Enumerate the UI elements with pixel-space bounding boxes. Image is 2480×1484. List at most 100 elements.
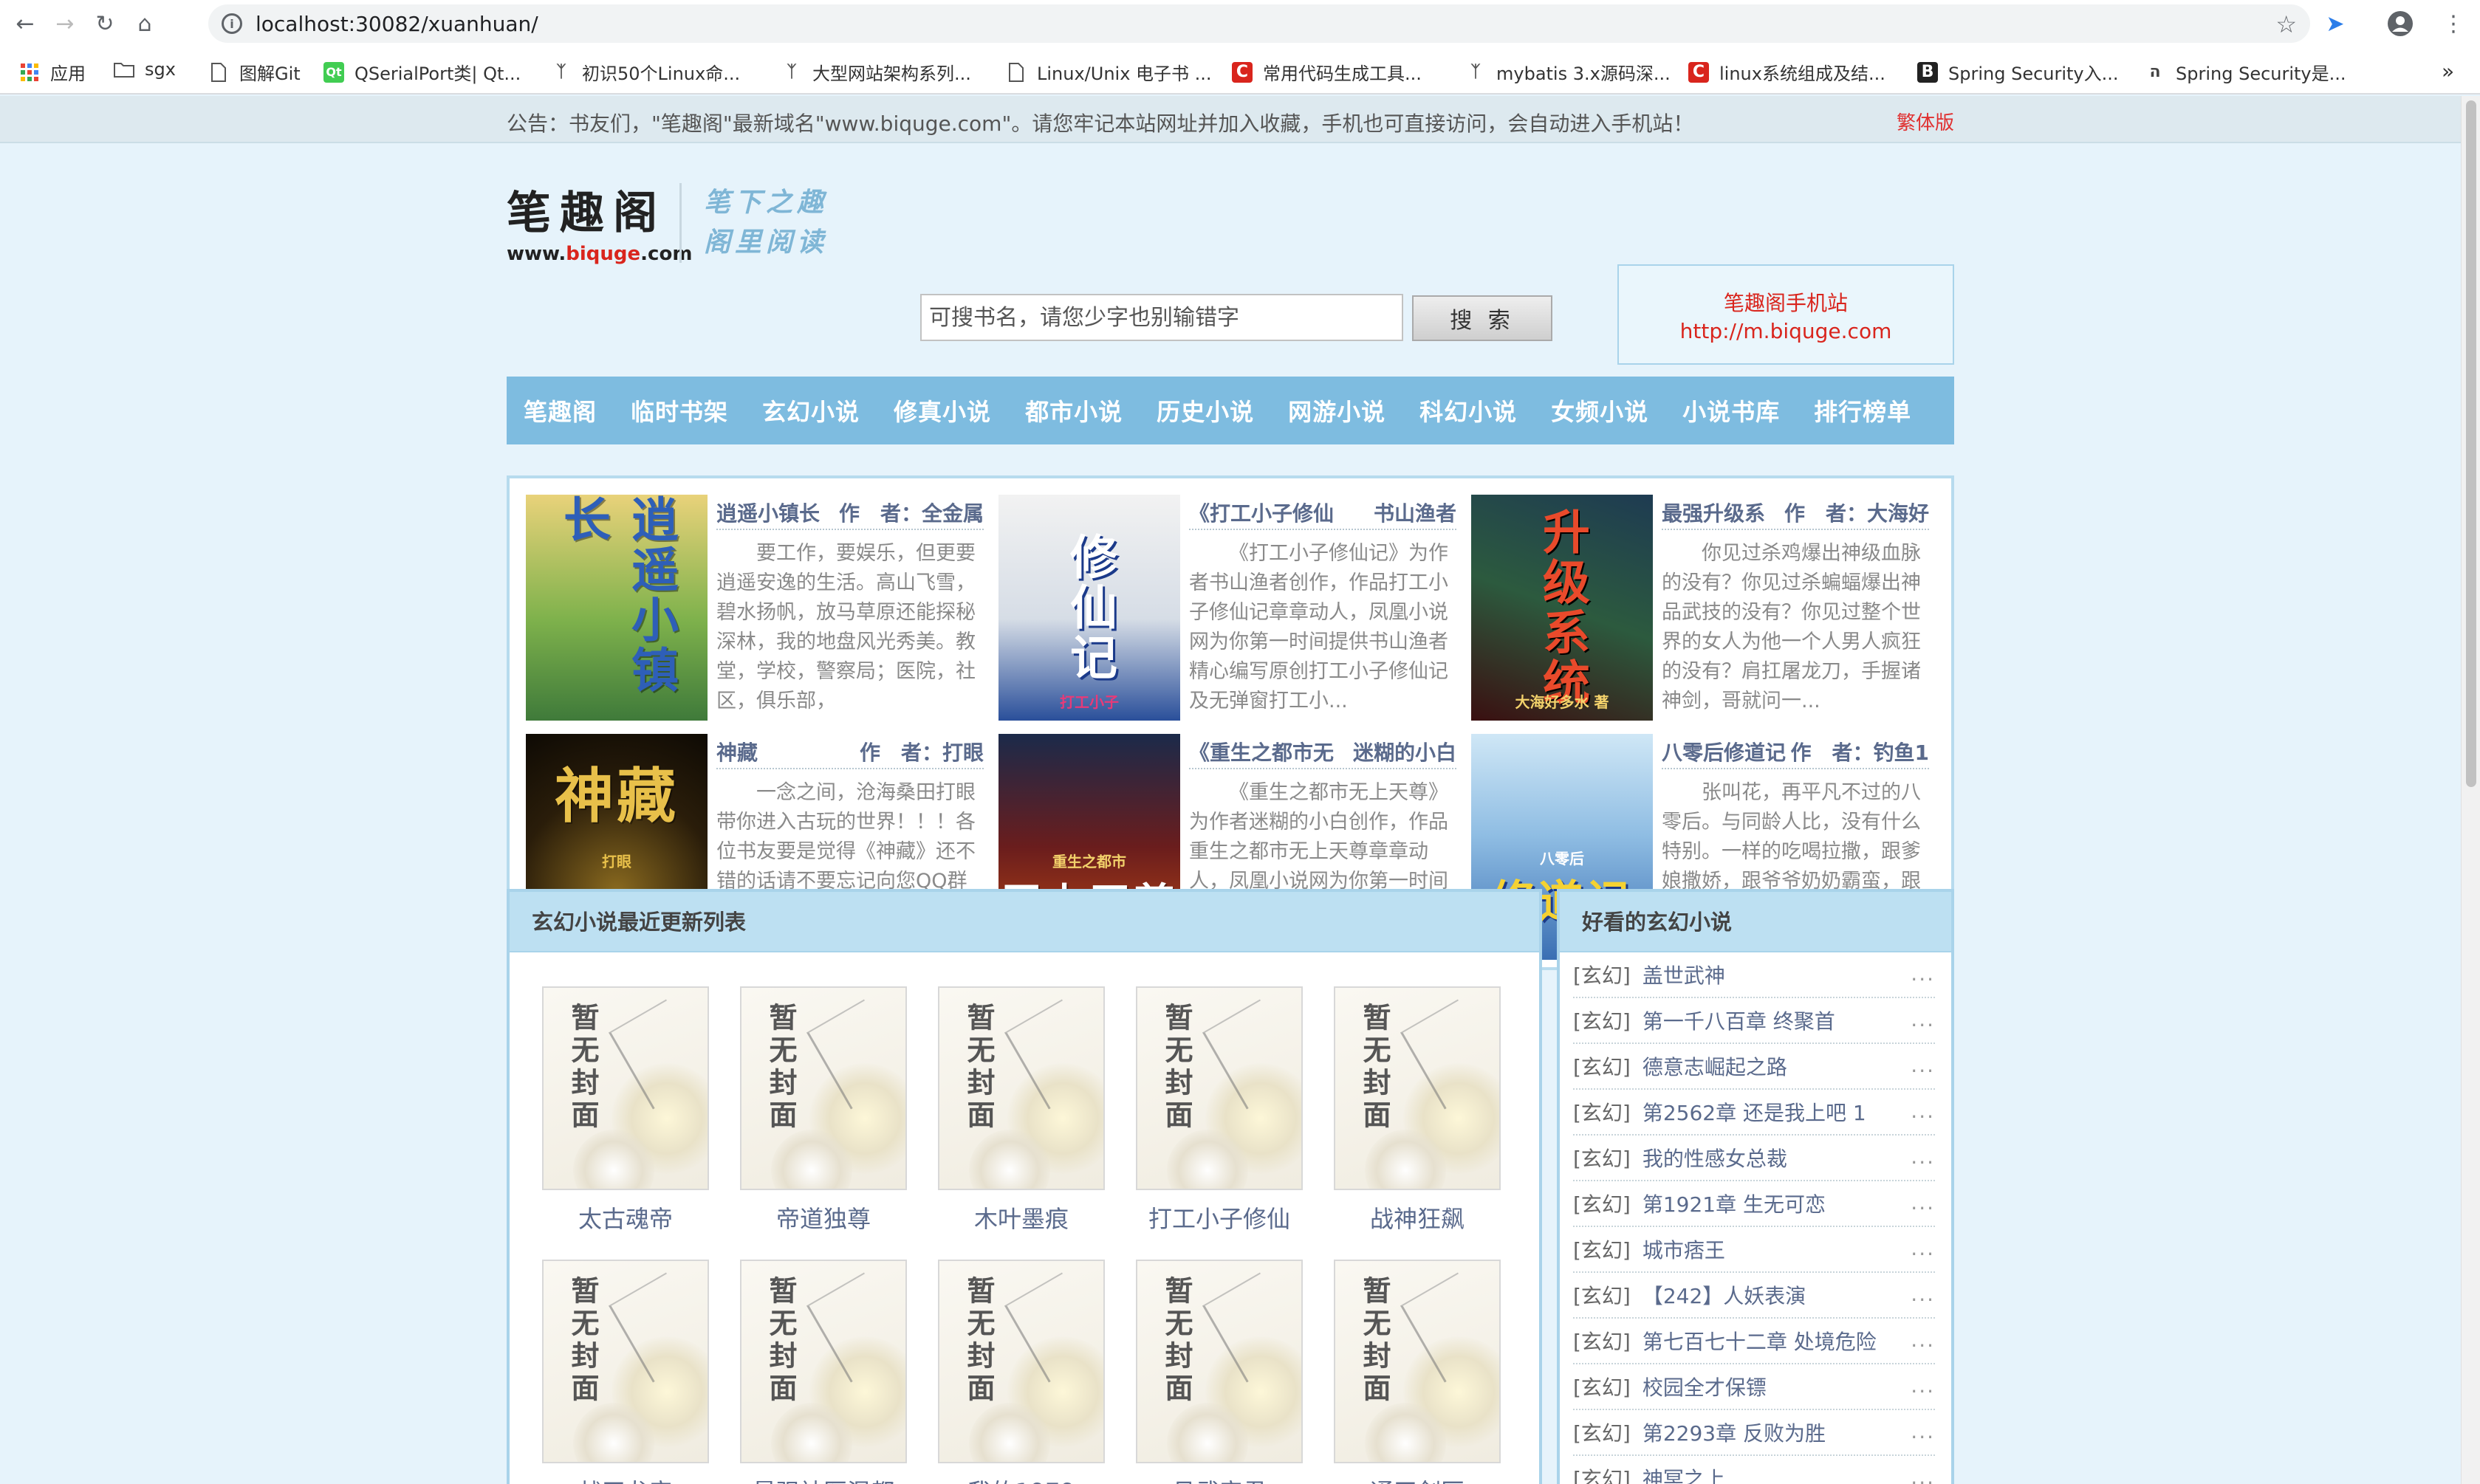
- nav-item[interactable]: 都市小说: [1008, 394, 1140, 427]
- list-item[interactable]: [玄幻] 城市痞王...: [1573, 1227, 1935, 1273]
- bookmark-label: Linux/Unix 电子书 ...: [1037, 63, 1212, 84]
- book-name[interactable]: 最强神医混都: [740, 1474, 907, 1484]
- no-cover-image: 暂无封面: [938, 1260, 1105, 1463]
- list-item[interactable]: [玄幻] 【242】人妖表演...: [1573, 1273, 1935, 1319]
- nav-item[interactable]: 历史小说: [1140, 394, 1271, 427]
- bookmark-item[interactable]: ᛉ 初识50个Linux命...: [551, 59, 740, 85]
- address-bar[interactable]: i localhost:30082/xuanhuan/ ☆: [208, 4, 2310, 43]
- page-scrollbar[interactable]: [2461, 96, 2480, 1484]
- book-tile[interactable]: 暂无封面 帝道独尊: [740, 986, 907, 1234]
- book-tile[interactable]: 暂无封面 通天剑匣: [1334, 1260, 1501, 1484]
- novel-link[interactable]: 神冥之上: [1643, 1463, 1725, 1484]
- book-name[interactable]: 太古魂帝: [542, 1200, 709, 1234]
- bookmark-item[interactable]: sgx: [114, 59, 176, 80]
- nav-item[interactable]: 玄幻小说: [745, 394, 877, 427]
- traditional-link[interactable]: 繁体版: [1897, 108, 1954, 135]
- nav-item[interactable]: 排行榜单: [1797, 394, 1928, 427]
- book-tile[interactable]: 暂无封面 打工小子修仙: [1136, 986, 1303, 1234]
- reload-icon[interactable]: ↻: [90, 9, 120, 38]
- list-item[interactable]: [玄幻] 第2562章 还是我上吧 1...: [1573, 1090, 1935, 1136]
- bookmark-item[interactable]: Qt QSerialPort类| Qt...: [323, 59, 521, 85]
- nav-item[interactable]: 科幻小说: [1402, 394, 1534, 427]
- bookmark-item[interactable]: Linux/Unix 电子书 ...: [1006, 59, 1212, 85]
- list-item[interactable]: [玄幻] 第一千八百章 终聚首...: [1573, 998, 1935, 1044]
- bookmark-label: Spring Security是...: [2176, 63, 2346, 84]
- list-item[interactable]: [玄幻] 神冥之上...: [1573, 1456, 1935, 1484]
- book-tile[interactable]: 暂无封面 战神狂飙: [1334, 986, 1501, 1234]
- novel-link[interactable]: 德意志崛起之路: [1643, 1051, 1787, 1081]
- nav-item[interactable]: 小说书库: [1665, 394, 1797, 427]
- url-text[interactable]: localhost:30082/xuanhuan/: [256, 12, 538, 36]
- book-title[interactable]: 神藏: [716, 737, 758, 766]
- bird-extension-icon[interactable]: ➤: [2319, 7, 2351, 40]
- mobile-site-box[interactable]: 笔趣阁手机站 http://m.biquge.com: [1617, 264, 1954, 365]
- book-name[interactable]: 战神狂飙: [1334, 1200, 1501, 1234]
- novel-link[interactable]: 第七百七十二章 处境危险: [1643, 1326, 1877, 1356]
- list-item[interactable]: [玄幻] 德意志崛起之路...: [1573, 1044, 1935, 1090]
- featured-book: 逍遥小镇长 逍遥小镇长 作 者：全金属 要工作，要娱乐，但更要逍遥安逸的生活。高…: [526, 495, 984, 725]
- bookmark-item[interactable]: C 常用代码生成工具...: [1232, 59, 1422, 85]
- search-input[interactable]: [920, 294, 1403, 341]
- novel-link[interactable]: 第2293章 反败为胜: [1643, 1418, 1826, 1447]
- forward-arrow-icon[interactable]: →: [50, 9, 80, 38]
- book-title[interactable]: 《打工小子修仙: [1189, 498, 1334, 527]
- novel-link[interactable]: 城市痞王: [1643, 1234, 1725, 1264]
- list-item[interactable]: [玄幻] 第七百七十二章 处境危险...: [1573, 1319, 1935, 1364]
- bookmark-item[interactable]: 应用: [19, 59, 86, 85]
- book-tile[interactable]: 暂无封面 我的1979: [938, 1260, 1105, 1484]
- book-title[interactable]: 八零后修道记: [1662, 737, 1786, 766]
- info-icon[interactable]: i: [222, 13, 242, 34]
- book-title[interactable]: 《重生之都市无: [1189, 737, 1334, 766]
- book-name[interactable]: 打工小子修仙: [1136, 1200, 1303, 1234]
- nav-item[interactable]: 临时书架: [614, 394, 745, 427]
- home-icon[interactable]: ⌂: [130, 9, 160, 38]
- book-name[interactable]: 丹武帝君: [1136, 1474, 1303, 1484]
- book-name[interactable]: 我的1979: [938, 1474, 1105, 1484]
- novel-link[interactable]: 第2562章 还是我上吧 1: [1643, 1097, 1866, 1127]
- menu-kebab-icon[interactable]: ⋮: [2437, 7, 2470, 40]
- book-cover[interactable]: 修仙记 打工小子: [998, 495, 1180, 721]
- book-title[interactable]: 逍遥小镇长: [716, 498, 820, 527]
- book-name[interactable]: 木叶墨痕: [938, 1200, 1105, 1234]
- bookmark-item[interactable]: B Spring Security入...: [1917, 59, 2119, 85]
- bookmark-star-icon[interactable]: ☆: [2275, 10, 2297, 38]
- book-cover[interactable]: 逍遥小镇长: [526, 495, 708, 721]
- book-name[interactable]: 通天剑匣: [1334, 1474, 1501, 1484]
- site-logo[interactable]: 笔趣阁 www.biquge.com: [507, 177, 692, 265]
- novel-link[interactable]: 第一千八百章 终聚首: [1643, 1006, 1835, 1035]
- list-item[interactable]: [玄幻] 第1921章 生无可恋...: [1573, 1181, 1935, 1227]
- bookmark-item[interactable]: C linux系统组成及结...: [1688, 59, 1885, 85]
- nav-item[interactable]: 网游小说: [1271, 394, 1402, 427]
- bookmark-item[interactable]: ᛉ 大型网站架构系列...: [781, 59, 971, 85]
- book-tile[interactable]: 暂无封面 木叶墨痕: [938, 986, 1105, 1234]
- more-bookmarks-icon[interactable]: »: [2442, 59, 2454, 83]
- novel-link[interactable]: 第1921章 生无可恋: [1643, 1189, 1826, 1218]
- book-title[interactable]: 最强升级系: [1662, 498, 1765, 527]
- list-item[interactable]: [玄幻] 校园全才保镖...: [1573, 1364, 1935, 1410]
- account-icon[interactable]: [2384, 7, 2416, 40]
- bookmark-item[interactable]: ה Spring Security是...: [2145, 59, 2346, 85]
- book-tile[interactable]: 暂无封面 最强神医混都: [740, 1260, 907, 1484]
- book-tile[interactable]: 暂无封面 太古魂帝: [542, 986, 709, 1234]
- nav-item[interactable]: 修真小说: [877, 394, 1008, 427]
- book-name[interactable]: 战天龙帝: [542, 1474, 709, 1484]
- book-name[interactable]: 帝道独尊: [740, 1200, 907, 1234]
- panel-title: 玄幻小说最近更新列表: [510, 892, 1539, 952]
- bookmark-item[interactable]: 图解Git: [208, 59, 301, 85]
- novel-link[interactable]: 校园全才保镖: [1643, 1372, 1767, 1401]
- novel-link[interactable]: 我的性感女总裁: [1643, 1143, 1787, 1172]
- book-tile[interactable]: 暂无封面 战天龙帝: [542, 1260, 709, 1484]
- novel-link[interactable]: 【242】人妖表演: [1643, 1280, 1806, 1310]
- list-item[interactable]: [玄幻] 盖世武神...: [1573, 952, 1935, 998]
- list-item[interactable]: [玄幻] 第2293章 反败为胜...: [1573, 1410, 1935, 1456]
- list-item[interactable]: [玄幻] 我的性感女总裁...: [1573, 1136, 1935, 1181]
- novel-link[interactable]: 盖世武神: [1643, 960, 1725, 989]
- back-arrow-icon[interactable]: ←: [10, 9, 40, 38]
- bookmark-item[interactable]: ᛉ mybatis 3.x源码深...: [1465, 59, 1670, 85]
- nav-item[interactable]: 笔趣阁: [507, 394, 614, 427]
- nav-item[interactable]: 女频小说: [1534, 394, 1665, 427]
- book-cover[interactable]: 升级系统 大海好多水 著: [1471, 495, 1653, 721]
- book-tile[interactable]: 暂无封面 丹武帝君: [1136, 1260, 1303, 1484]
- search-button[interactable]: 搜 索: [1412, 295, 1552, 341]
- scrollbar-thumb[interactable]: [2466, 100, 2476, 787]
